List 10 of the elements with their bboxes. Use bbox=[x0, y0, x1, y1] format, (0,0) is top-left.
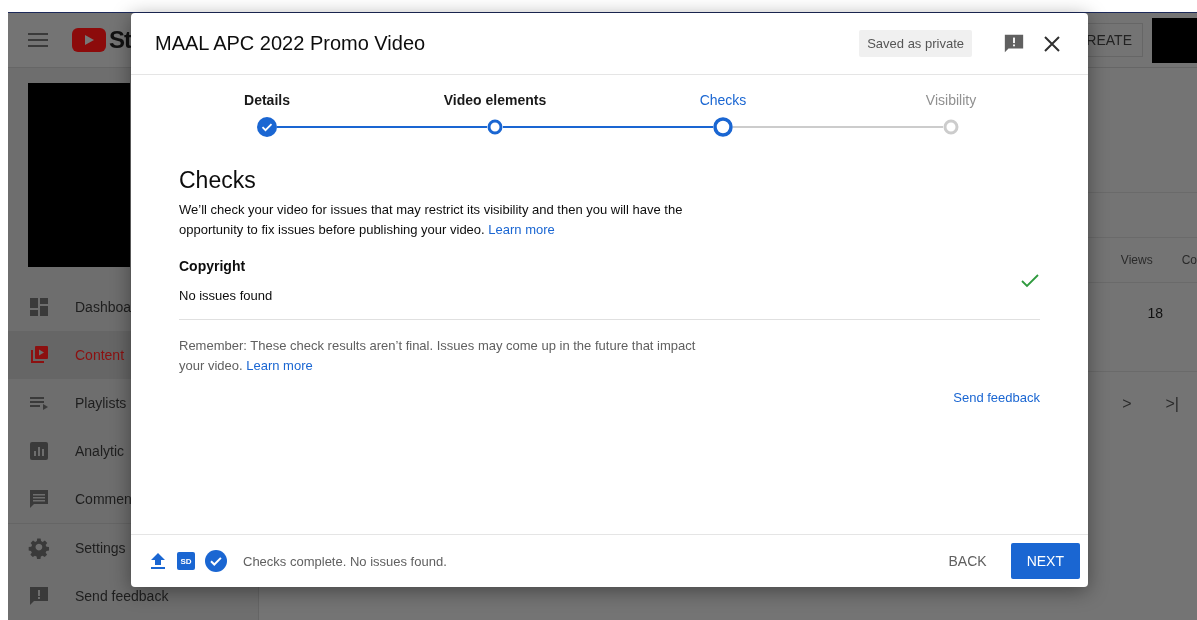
logo-text: St bbox=[109, 26, 131, 54]
table-cell: 18 bbox=[1147, 305, 1163, 321]
description-text: We’ll check your video for issues that may restrict its visibility and then you will have the opportunity to fix issues before publishing your video. Learn more bbox=[179, 201, 684, 239]
status-badge: Saved as private bbox=[859, 30, 972, 57]
section-heading: Checks bbox=[179, 167, 257, 194]
dialog-title: MAAL APC 2022 Promo Video bbox=[155, 32, 427, 55]
note-text: Remember: These check results aren’t final. Issues may come up in the future that impact your video. Learn more bbox=[179, 337, 697, 375]
check-title: Copyright bbox=[179, 258, 247, 274]
check-result: No issues found bbox=[179, 288, 274, 303]
status-text: Checks complete. No issues found. bbox=[243, 553, 448, 569]
